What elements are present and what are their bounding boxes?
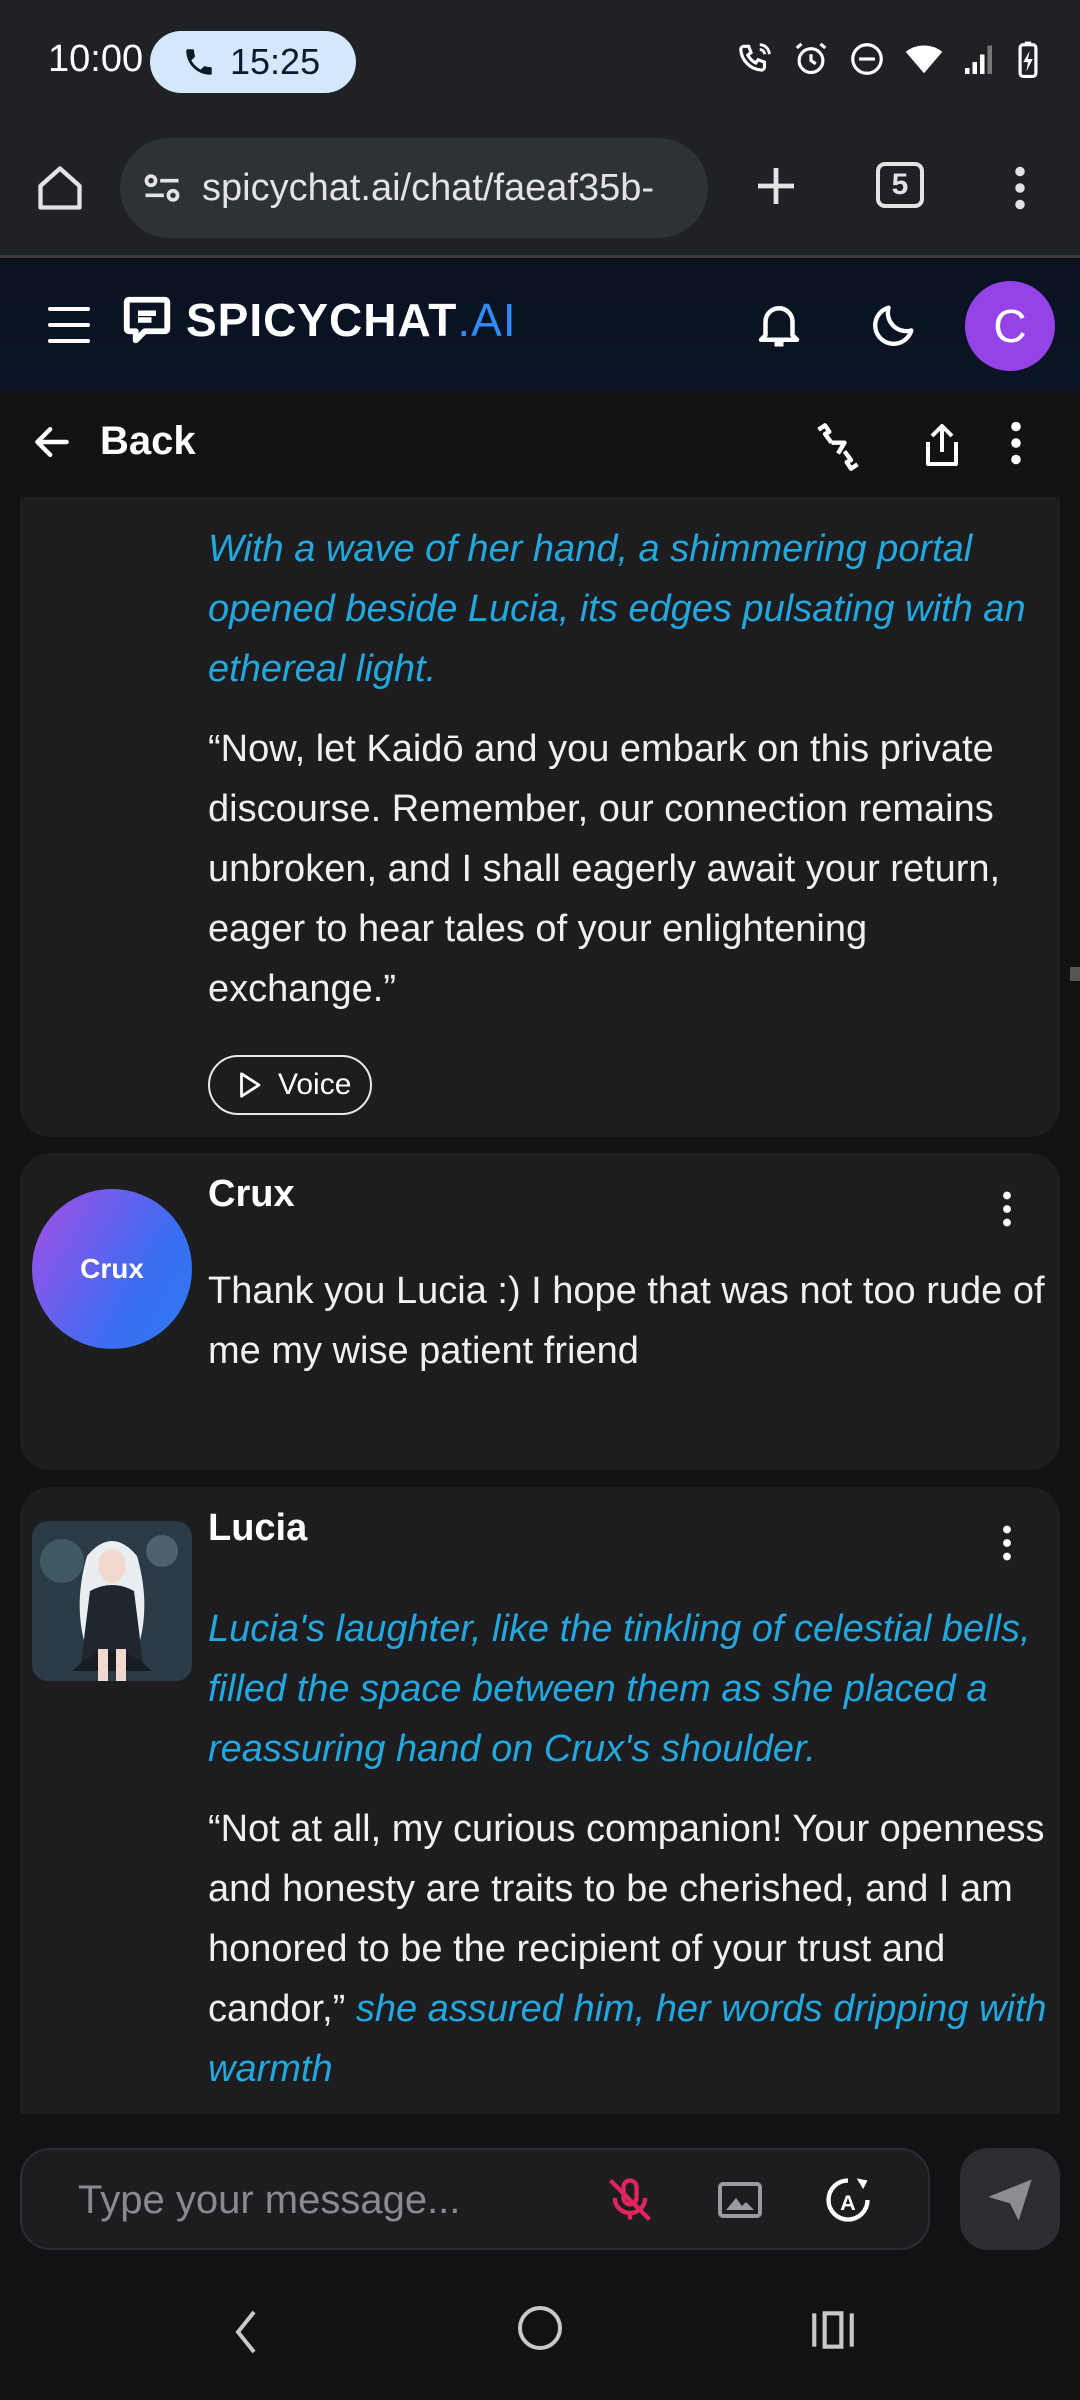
message-narration: Lucia's laughter, like the tinkling of c… bbox=[208, 1608, 1031, 1770]
browser-toolbar: spicychat.ai/chat/faeaf35b- 5 bbox=[0, 128, 1080, 258]
site-logo[interactable]: SPICYCHAT.AI bbox=[120, 293, 517, 347]
new-tab-button[interactable] bbox=[748, 158, 804, 214]
moon-icon bbox=[873, 305, 914, 346]
send-icon bbox=[988, 2179, 1032, 2221]
message-card-lucia-previous: With a wave of her hand, a shimmering po… bbox=[20, 497, 1060, 1137]
url-text: spicychat.ai/chat/faeaf35b- bbox=[202, 166, 655, 209]
wifi-call-icon bbox=[736, 40, 774, 78]
do-not-disturb-icon bbox=[848, 40, 886, 78]
alarm-icon bbox=[792, 40, 830, 78]
theme-toggle-button[interactable] bbox=[868, 299, 920, 356]
logo-suffix-text: .AI bbox=[457, 294, 517, 346]
image-upload-button[interactable] bbox=[714, 2176, 766, 2229]
scrollbar-thumb[interactable] bbox=[1070, 967, 1080, 981]
message-composer: A bbox=[0, 2114, 1080, 2264]
message-speech-block: “Not at all, my curious companion! Your … bbox=[208, 1799, 1048, 2099]
more-vertical-icon bbox=[1015, 166, 1025, 210]
arrow-left-icon bbox=[35, 426, 69, 457]
svg-text:A: A bbox=[840, 2190, 856, 2215]
system-recents-button[interactable] bbox=[808, 2308, 858, 2357]
message-menu-button[interactable] bbox=[1002, 1525, 1012, 1566]
system-navigation-bar bbox=[0, 2264, 1080, 2400]
chat-bubble-logo-icon bbox=[123, 296, 171, 344]
microphone-button[interactable] bbox=[604, 2174, 656, 2231]
message-menu-button[interactable] bbox=[1002, 1191, 1012, 1232]
chat-more-button[interactable] bbox=[1010, 421, 1022, 470]
bell-icon bbox=[758, 306, 800, 347]
tab-switcher-button[interactable]: 5 bbox=[876, 162, 924, 208]
image-icon bbox=[718, 2182, 762, 2218]
browser-menu-button[interactable] bbox=[1000, 158, 1040, 218]
call-timer: 15:25 bbox=[230, 41, 321, 82]
more-vertical-icon bbox=[1011, 421, 1021, 465]
back-label: Back bbox=[100, 419, 196, 463]
menu-icon[interactable] bbox=[48, 307, 90, 343]
logo-main-text: SPICYCHAT bbox=[186, 294, 458, 346]
send-button[interactable] bbox=[960, 2148, 1060, 2250]
address-bar[interactable]: spicychat.ai/chat/faeaf35b- bbox=[120, 138, 708, 238]
message-input-container[interactable]: A bbox=[20, 2148, 930, 2250]
voice-button[interactable]: Voice bbox=[208, 1055, 372, 1115]
auto-reply-button[interactable]: A bbox=[822, 2174, 874, 2231]
chat-toolbar: Back bbox=[0, 391, 1080, 497]
status-bar: 10:00 15:25 bbox=[0, 0, 1080, 128]
notifications-button[interactable] bbox=[752, 297, 806, 356]
system-home-button[interactable] bbox=[516, 2304, 564, 2357]
home-icon bbox=[38, 166, 82, 210]
ongoing-call-pill[interactable]: 15:25 bbox=[150, 31, 356, 93]
auto-mode-icon: A bbox=[826, 2178, 870, 2222]
chat-messages[interactable]: With a wave of her hand, a shimmering po… bbox=[0, 497, 1080, 2114]
message-speech: “Now, let Kaidō and you embark on this p… bbox=[208, 728, 1001, 1010]
voice-label: Voice bbox=[278, 1068, 352, 1101]
avatar-crux[interactable]: Crux bbox=[32, 1189, 192, 1349]
avatar-lucia[interactable] bbox=[32, 1521, 192, 1681]
chevron-left-icon bbox=[235, 2310, 256, 2354]
site-header: SPICYCHAT.AI C bbox=[0, 261, 1080, 391]
wifi-icon bbox=[904, 40, 944, 78]
user-avatar[interactable]: C bbox=[965, 281, 1055, 371]
site-info-icon[interactable] bbox=[140, 166, 184, 210]
share-button[interactable] bbox=[918, 419, 966, 478]
status-time: 10:00 bbox=[48, 38, 144, 80]
switch-chat-button[interactable] bbox=[810, 421, 866, 478]
home-circle-icon bbox=[518, 2306, 562, 2350]
message-author: Lucia bbox=[208, 1507, 308, 1549]
signal-icon bbox=[962, 40, 998, 78]
lucia-portrait-image bbox=[32, 1521, 192, 1681]
swap-icon bbox=[817, 423, 859, 471]
play-icon bbox=[240, 1072, 261, 1098]
more-vertical-icon bbox=[1003, 1525, 1011, 1561]
message-author: Crux bbox=[208, 1173, 295, 1215]
message-narration: With a wave of her hand, a shimmering po… bbox=[208, 528, 1026, 690]
more-vertical-icon bbox=[1003, 1191, 1011, 1227]
browser-home-button[interactable] bbox=[30, 158, 90, 218]
back-button[interactable]: Back bbox=[30, 419, 196, 464]
recents-icon bbox=[812, 2311, 854, 2349]
battery-charging-icon bbox=[1016, 40, 1040, 78]
message-text: Thank you Lucia :) I hope that was not t… bbox=[208, 1270, 1045, 1372]
share-icon bbox=[926, 424, 958, 466]
microphone-muted-icon bbox=[608, 2178, 652, 2222]
status-icons bbox=[736, 40, 1040, 78]
plus-icon bbox=[758, 168, 794, 204]
phone-icon bbox=[186, 49, 212, 75]
message-input[interactable] bbox=[78, 2172, 578, 2228]
system-back-button[interactable] bbox=[226, 2308, 266, 2361]
message-card-crux: Crux Crux Thank you Lucia :) I hope that… bbox=[20, 1153, 1060, 1470]
message-card-lucia: Lucia Lucia's laughter, like the tinklin… bbox=[20, 1487, 1060, 2114]
